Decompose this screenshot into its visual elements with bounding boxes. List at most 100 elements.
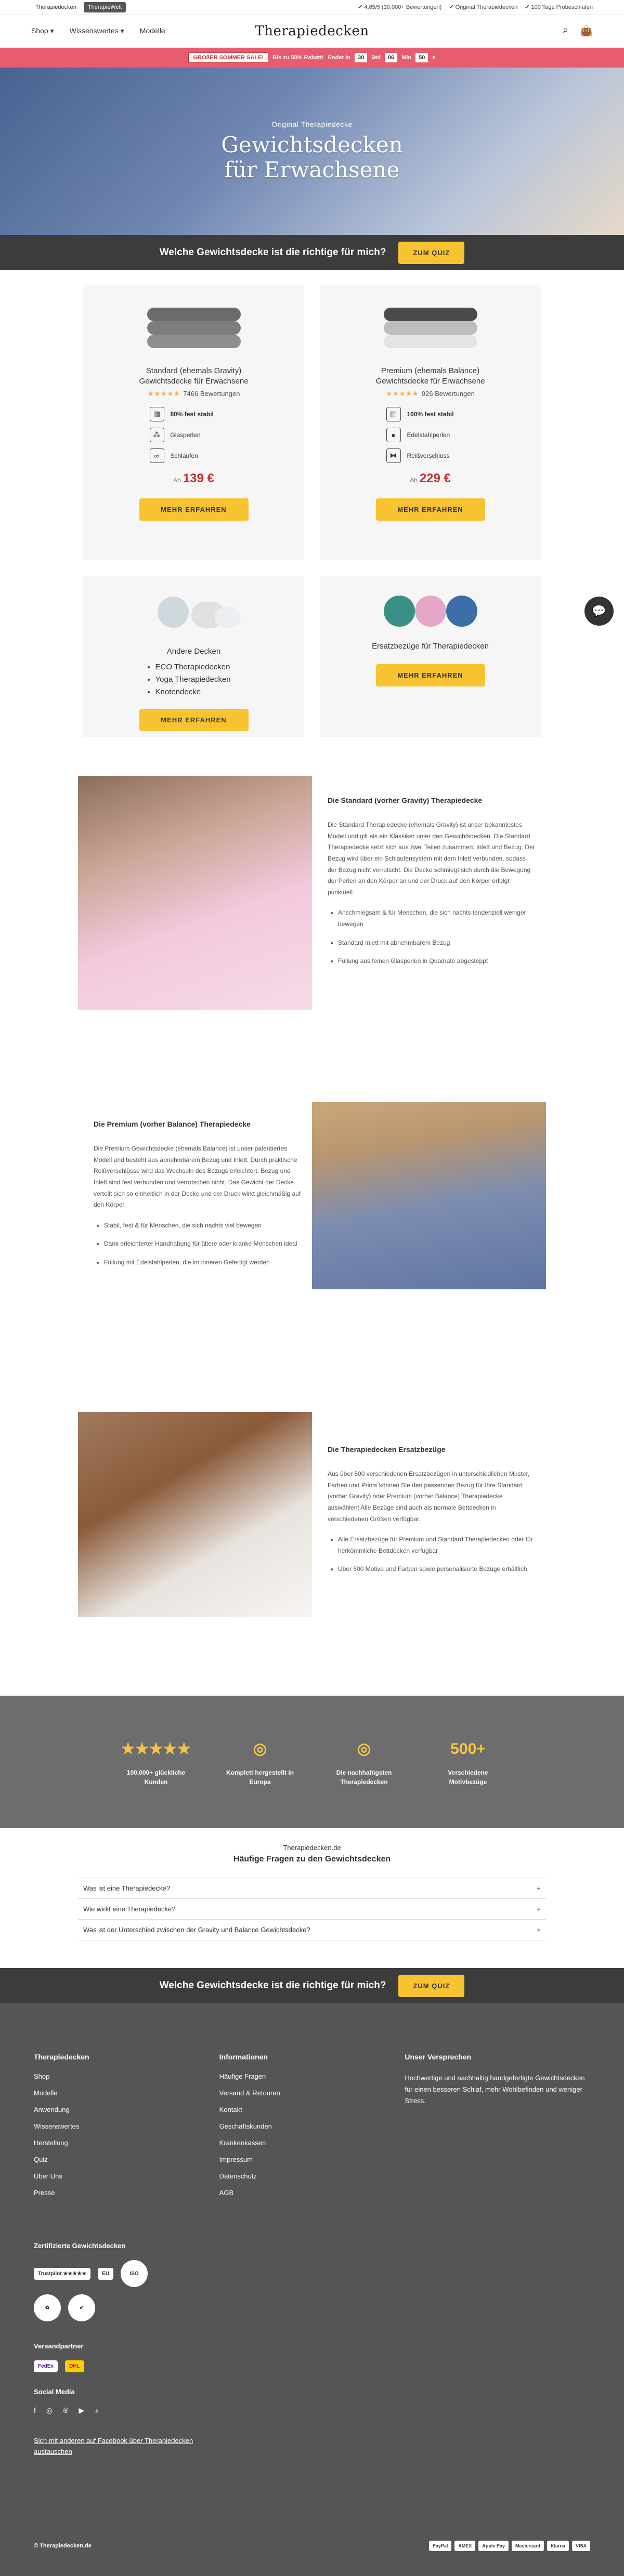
motif-count: 500+ — [450, 1740, 486, 1758]
feature-label: Glasperlen — [170, 431, 201, 439]
more-info-button[interactable]: MEHR ERFAHREN — [375, 664, 485, 687]
search-icon[interactable]: ⌕ — [563, 24, 568, 37]
more-info-button[interactable]: MEHR ERFAHREN — [139, 498, 249, 521]
facebook-icon[interactable]: f — [34, 2406, 36, 2415]
list-item: Alle Ersatzbezüge für Premium und Standa… — [338, 1534, 536, 1556]
footer-link[interactable]: Kontakt — [219, 2106, 405, 2113]
leaf-badge-icon: ◎ — [357, 1740, 371, 1758]
list-item: Füllung mit Edelstahlperlen, die im inne… — [104, 1257, 302, 1269]
fedex-logo: FedEx — [34, 2360, 58, 2372]
nav-shop-label: Shop — [31, 27, 48, 35]
footer-link[interactable]: Quiz — [34, 2156, 219, 2163]
more-info-button[interactable]: MEHR ERFAHREN — [139, 709, 249, 732]
plus-icon: + — [537, 1926, 541, 1934]
footer-link[interactable]: Geschäftskunden — [219, 2122, 405, 2130]
feature-item: ⧓ Reißverschluss — [386, 448, 475, 463]
list-item[interactable]: Yoga Therapiedecken — [155, 673, 241, 686]
footer-promise-text: Hochwertige und nachhaltig handgefertigt… — [405, 2074, 585, 2105]
footer-certifications: Zertifizierte Gewichtsdecken Trustpilot … — [34, 2242, 590, 2321]
footer-col-title: Therapiedecken — [34, 2053, 89, 2061]
section-bullets: Alle Ersatzbezüge für Premium und Standa… — [328, 1534, 536, 1575]
footer-link[interactable]: Shop — [34, 2072, 219, 2080]
tab-therapiedecken[interactable]: Therapiedecken — [31, 2, 81, 12]
faq-question[interactable]: Was ist der Unterschied zwischen der Gra… — [78, 1919, 546, 1940]
product-card-standard[interactable]: Standard (ehemals Gravity) Gewichtsdecke… — [83, 285, 304, 560]
amex-icon: AMEX — [454, 2541, 476, 2551]
nav-shop[interactable]: Shop ▾ — [31, 27, 54, 35]
feature-item: ▦ 100% fest stabil — [386, 406, 475, 421]
list-item[interactable]: Knotendecke — [155, 686, 241, 698]
trustpilot-badge[interactable]: Trustpilot ★★★★★ — [34, 2267, 91, 2280]
klarna-icon: Klarna — [547, 2541, 569, 2551]
section-title: Die Standard (vorher Gravity) Therapiede… — [328, 796, 483, 804]
product-card-premium[interactable]: Premium (ehemals Balance) Gewichtsdecke … — [320, 285, 541, 560]
cart-icon[interactable]: 👜 — [580, 24, 593, 37]
footer-link[interactable]: Presse — [34, 2189, 219, 2197]
footer-col-versprechen: Unser Versprechen Hochwertige und nachha… — [405, 2053, 590, 2205]
product-title-line1: Standard (ehemals Gravity) — [146, 366, 242, 375]
footer-link[interactable]: Anwendung — [34, 2106, 219, 2113]
footer-social: Social Media f ◎ ℗ ▶ ♪ Sich mit anderen … — [34, 2388, 590, 2458]
feature-label: 100% fest stabil — [407, 410, 454, 418]
instagram-icon[interactable]: ◎ — [46, 2406, 53, 2415]
usp-trial: 100 Tage Probeschlafen — [525, 4, 593, 10]
tiktok-icon[interactable]: ♪ — [95, 2406, 98, 2415]
footer-link[interactable]: AGB — [219, 2189, 405, 2197]
faq-title: Häufige Fragen zu den Gewichtsdecken — [233, 1855, 391, 1864]
recycling-icon: ♻ — [34, 2294, 61, 2321]
paypal-icon: PayPal — [428, 2541, 452, 2551]
product-image-premium — [379, 300, 483, 358]
payment-methods: PayPal AMEX Apple Pay Mastercard Klarna … — [428, 2541, 590, 2551]
youtube-icon[interactable]: ▶ — [79, 2406, 84, 2415]
footer-link[interactable]: Häufige Fragen — [219, 2072, 405, 2080]
facebook-group-link[interactable]: Sich mit anderen auf Facebook über Thera… — [34, 2436, 205, 2458]
faq-question[interactable]: Was ist eine Therapiedecke? + — [78, 1878, 546, 1898]
quiz-button[interactable]: ZUM QUIZ — [398, 1974, 465, 1997]
product-grid: Standard (ehemals Gravity) Gewichtsdecke… — [83, 285, 541, 737]
list-item: Füllung aus feinen Glasperlen in Quadrat… — [338, 956, 536, 967]
feature-item: ▦ 80% fest stabil — [149, 406, 238, 421]
feature-item: ∞ Schlaufen — [149, 448, 238, 463]
nav-modelle[interactable]: Modelle — [140, 27, 165, 35]
review-count[interactable]: 7466 Bewertungen — [183, 390, 240, 398]
footer-link[interactable]: Herstellung — [34, 2139, 219, 2147]
footer-link[interactable]: Modelle — [34, 2089, 219, 2097]
chat-widget-button[interactable]: 💬 — [584, 597, 614, 626]
countdown-seconds-unit: s — [432, 55, 436, 61]
footer-link[interactable]: Über Uns — [34, 2172, 219, 2180]
usp-motifs: 500+ Verschiedene Motivbezüge — [432, 1738, 504, 1787]
tab-therapiewelt[interactable]: TherapieWelt — [83, 2, 126, 12]
list-item[interactable]: ECO Therapiedecken — [155, 661, 241, 673]
hero-title: Gewichtsdecken für Erwachsene — [221, 132, 402, 183]
nav-wissenswertes-label: Wissenswertes — [69, 27, 119, 35]
footer-link[interactable]: Versand & Retouren — [219, 2089, 405, 2097]
section-title: Die Premium (vorher Balance) Therapiedec… — [94, 1120, 251, 1128]
pinterest-icon[interactable]: ℗ — [63, 2406, 68, 2415]
faq-question[interactable]: Wie wirkt eine Therapiedecke? + — [78, 1898, 546, 1919]
usp-sustainable: ◎ Die nachhaltigsten Therapiedecken — [328, 1738, 400, 1787]
footer-link[interactable]: Wissenswertes — [34, 2122, 219, 2130]
usp-list: 4,85/5 (30.000+ Bewertungen) Original Th… — [358, 4, 593, 10]
price-value: 229 € — [419, 471, 451, 485]
site-header: Shop ▾ Wissenswertes ▾ Modelle Therapied… — [0, 15, 624, 48]
more-info-button[interactable]: MEHR ERFAHREN — [375, 498, 485, 521]
plus-icon: + — [537, 1884, 541, 1892]
ersatz-text: Die Therapiedecken Ersatzbezüge Aus über… — [328, 1443, 536, 1575]
footer-link[interactable]: Impressum — [219, 2156, 405, 2163]
feature-list: ▦ 100% fest stabil ● Edelstahlperlen ⧓ Reiß… — [386, 406, 475, 463]
beads-icon: ⁂ — [149, 427, 164, 442]
promo-banner[interactable]: GROßER SOMMER SALE! Bis zu 50% Rabatt! E… — [0, 48, 624, 68]
product-card-bezuege[interactable]: Ersatzbezüge für Therapiedecken MEHR ERF… — [320, 576, 541, 737]
footer-col-informationen: Informationen Häufige Fragen Versand & R… — [219, 2053, 405, 2205]
site-logo[interactable]: Therapiedecken — [255, 23, 369, 39]
section-title: Die Therapiedecken Ersatzbezüge — [328, 1445, 446, 1454]
footer-col-therapiedecken: Therapiedecken Shop Modelle Anwendung Wi… — [34, 2053, 219, 2205]
review-count[interactable]: 926 Bewertungen — [422, 390, 475, 398]
footer-link[interactable]: Datenschutz — [219, 2172, 405, 2180]
product-card-andere[interactable]: Andere Decken ECO Therapiedecken Yoga Th… — [83, 576, 304, 737]
product-image-andere — [142, 591, 246, 638]
faq-section: Therapiedecken.de Häufige Fragen zu den … — [78, 1844, 546, 1940]
footer-link[interactable]: Krankenkassen — [219, 2139, 405, 2147]
quiz-button[interactable]: ZUM QUIZ — [398, 241, 465, 264]
nav-wissenswertes[interactable]: Wissenswertes ▾ — [70, 27, 124, 35]
